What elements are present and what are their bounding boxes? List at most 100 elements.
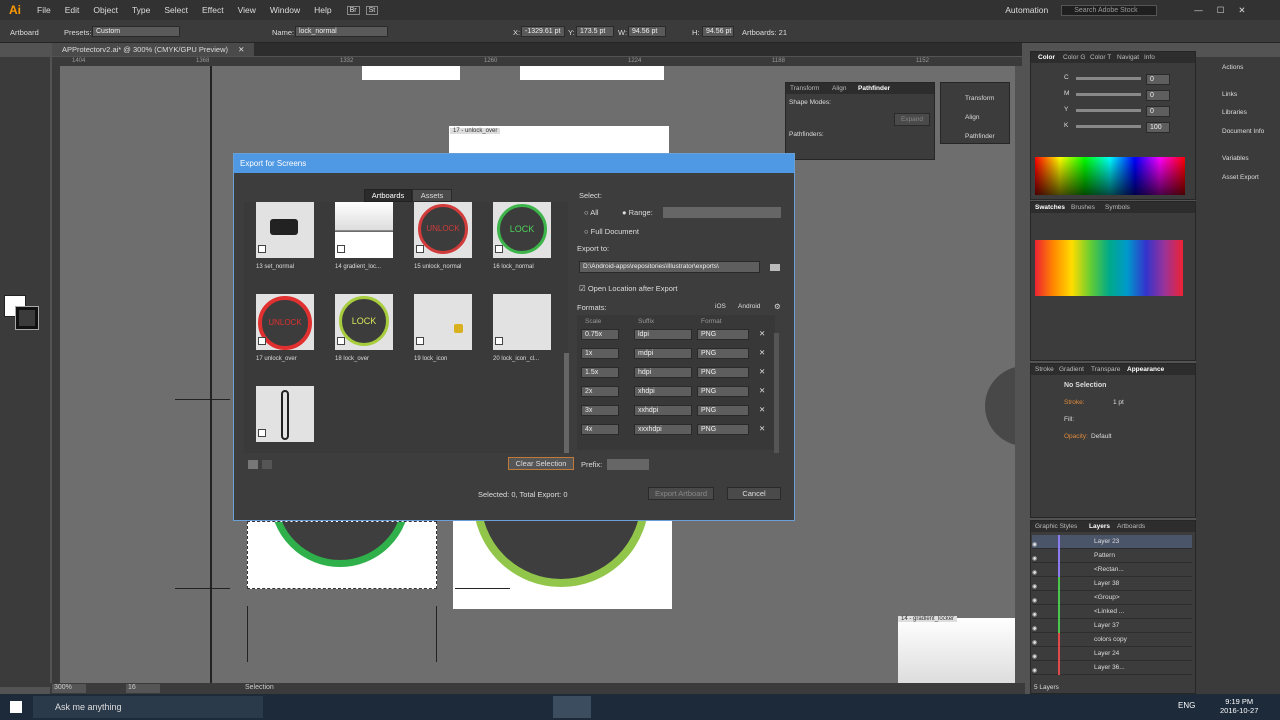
- tab-navigator[interactable]: Navigat: [1117, 54, 1139, 61]
- android-preset[interactable]: Android: [738, 303, 760, 310]
- suffix-input[interactable]: xxhdpi: [634, 405, 692, 416]
- artboard-thumb-16[interactable]: LOCK: [493, 202, 551, 258]
- align-panel-item[interactable]: Align: [965, 114, 979, 121]
- artboard-thumb-20[interactable]: [493, 294, 551, 350]
- tab-assets[interactable]: Assets: [412, 189, 452, 202]
- document-tab[interactable]: APProtectorv2.ai* @ 300% (CMYK/GPU Previ…: [52, 43, 255, 56]
- tab-stroke[interactable]: Stroke: [1035, 366, 1054, 373]
- w-input[interactable]: 94.56 pt: [628, 26, 666, 37]
- document-info-panel-item[interactable]: Document Info: [1222, 128, 1264, 135]
- folder-icon[interactable]: [770, 264, 780, 271]
- select-all-radio[interactable]: ○ All: [584, 208, 599, 217]
- channel-value[interactable]: 0: [1146, 74, 1170, 85]
- remove-format-icon[interactable]: ✕: [759, 386, 765, 395]
- stroke-weight[interactable]: 1 pt: [1113, 399, 1124, 406]
- channel-value[interactable]: 100: [1146, 122, 1170, 133]
- maximize-icon[interactable]: ☐: [1210, 5, 1232, 16]
- tab-color[interactable]: Color: [1038, 54, 1055, 61]
- format-select[interactable]: PNG: [697, 386, 749, 397]
- artboard[interactable]: [520, 66, 664, 80]
- menu-edit[interactable]: Edit: [58, 5, 87, 15]
- thumb-checkbox[interactable]: [337, 245, 345, 253]
- export-artboard-button[interactable]: Export Artboard: [648, 487, 714, 500]
- tab-appearance[interactable]: Appearance: [1127, 366, 1164, 373]
- artboard-thumb-15[interactable]: UNLOCK: [414, 202, 472, 258]
- format-select[interactable]: PNG: [697, 424, 749, 435]
- open-location-checkbox[interactable]: ☑ Open Location after Export: [579, 284, 677, 293]
- y-input[interactable]: 173.5 pt: [576, 26, 614, 37]
- full-document-radio[interactable]: ○ Full Document: [584, 227, 639, 236]
- scale-select[interactable]: 2x: [581, 386, 619, 397]
- artboard[interactable]: [362, 66, 460, 80]
- channel-slider[interactable]: [1076, 109, 1141, 112]
- layer-row[interactable]: ◉ Layer 38: [1032, 577, 1192, 591]
- suffix-input[interactable]: xxxhdpi: [634, 424, 692, 435]
- artboard-thumb-19[interactable]: [414, 294, 472, 350]
- remove-format-icon[interactable]: ✕: [759, 424, 765, 433]
- zoom-select[interactable]: 300%: [52, 684, 86, 693]
- windows-start-icon[interactable]: [10, 701, 22, 713]
- range-input[interactable]: [663, 207, 781, 218]
- prefix-input[interactable]: [607, 459, 649, 470]
- suffix-input[interactable]: ldpi: [634, 329, 692, 340]
- artboard-navigator[interactable]: 16: [126, 684, 160, 693]
- artboard-thumb-13[interactable]: [256, 202, 314, 258]
- cortana-search[interactable]: Ask me anything: [33, 696, 263, 718]
- tab-transparency[interactable]: Transpare: [1091, 366, 1120, 373]
- tab-symbols[interactable]: Symbols: [1105, 204, 1130, 211]
- workspace-switcher[interactable]: Automation: [998, 5, 1055, 15]
- channel-value[interactable]: 0: [1146, 90, 1170, 101]
- thumb-checkbox[interactable]: [258, 337, 266, 345]
- tab-align[interactable]: Align: [832, 85, 846, 92]
- links-panel-item[interactable]: Links: [1222, 91, 1237, 98]
- settings-gear-icon[interactable]: ⚙: [774, 302, 781, 311]
- menu-help[interactable]: Help: [307, 5, 338, 15]
- format-select[interactable]: PNG: [697, 367, 749, 378]
- color-spectrum[interactable]: [1035, 157, 1185, 195]
- tab-pathfinder[interactable]: Pathfinder: [858, 85, 890, 92]
- language-indicator[interactable]: ENG: [1178, 701, 1195, 710]
- layer-row[interactable]: ◉ Layer 23: [1032, 535, 1192, 549]
- tab-gradient[interactable]: Gradient: [1059, 366, 1084, 373]
- artboard-thumb-14[interactable]: [335, 202, 393, 258]
- scale-select[interactable]: 1x: [581, 348, 619, 359]
- artboard-thumb-21[interactable]: [256, 386, 314, 442]
- fill-row[interactable]: Fill:: [1064, 416, 1074, 423]
- scale-select[interactable]: 1.5x: [581, 367, 619, 378]
- menu-view[interactable]: View: [231, 5, 263, 15]
- remove-format-icon[interactable]: ✕: [759, 329, 765, 338]
- thumb-checkbox[interactable]: [495, 337, 503, 345]
- layer-row[interactable]: ◉ <Group>: [1032, 591, 1192, 605]
- tab-info[interactable]: Info: [1144, 54, 1155, 61]
- layer-row[interactable]: ◉ Layer 37: [1032, 619, 1192, 633]
- channel-slider[interactable]: [1076, 125, 1141, 128]
- close-icon[interactable]: ✕: [1231, 5, 1252, 16]
- channel-slider[interactable]: [1076, 93, 1141, 96]
- menu-file[interactable]: File: [30, 5, 58, 15]
- thumb-checkbox[interactable]: [416, 337, 424, 345]
- opacity-value[interactable]: Default: [1091, 433, 1112, 440]
- remove-format-icon[interactable]: ✕: [759, 348, 765, 357]
- artboard-name-input[interactable]: lock_normal: [295, 26, 388, 37]
- artboard[interactable]: [453, 521, 672, 609]
- channel-slider[interactable]: [1076, 77, 1141, 80]
- layer-row[interactable]: ◉ <Linked ...: [1032, 605, 1192, 619]
- export-path-input[interactable]: D:\Android-apps\repositories\Illustrator…: [579, 261, 760, 273]
- bridge-icon[interactable]: Br: [346, 5, 360, 15]
- list-view-icon[interactable]: [262, 460, 272, 469]
- stock-icon[interactable]: St: [365, 5, 379, 15]
- close-tab-icon[interactable]: ✕: [238, 45, 244, 54]
- expand-button[interactable]: Expand: [894, 113, 930, 126]
- remove-format-icon[interactable]: ✕: [759, 367, 765, 376]
- format-select[interactable]: PNG: [697, 405, 749, 416]
- scale-select[interactable]: 4x: [581, 424, 619, 435]
- layer-row[interactable]: ◉ Pattern: [1032, 549, 1192, 563]
- suffix-input[interactable]: mdpi: [634, 348, 692, 359]
- tab-swatches[interactable]: Swatches: [1035, 204, 1065, 211]
- thumb-checkbox[interactable]: [416, 245, 424, 253]
- tab-transform[interactable]: Transform: [790, 85, 819, 92]
- suffix-input[interactable]: hdpi: [634, 367, 692, 378]
- ios-preset[interactable]: iOS: [715, 303, 726, 310]
- tab-color-themes[interactable]: Color T: [1090, 54, 1111, 61]
- tab-artboards-panel[interactable]: Artboards: [1117, 523, 1145, 530]
